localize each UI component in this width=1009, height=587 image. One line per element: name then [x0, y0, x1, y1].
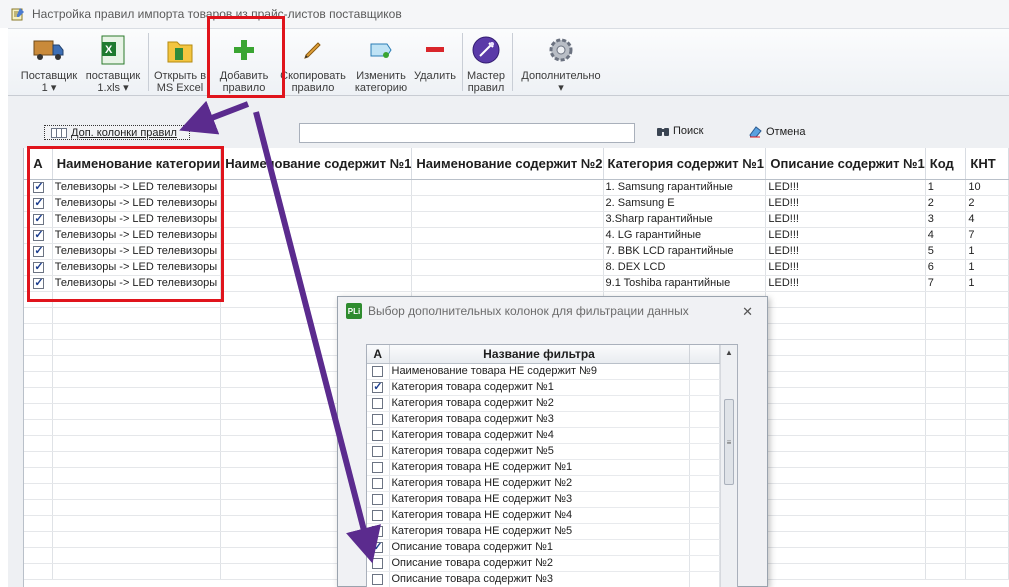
arrow-to-description-filter: [253, 111, 381, 564]
annotation-arrows: [179, 100, 381, 564]
arrow-to-columns-button: [179, 100, 250, 135]
